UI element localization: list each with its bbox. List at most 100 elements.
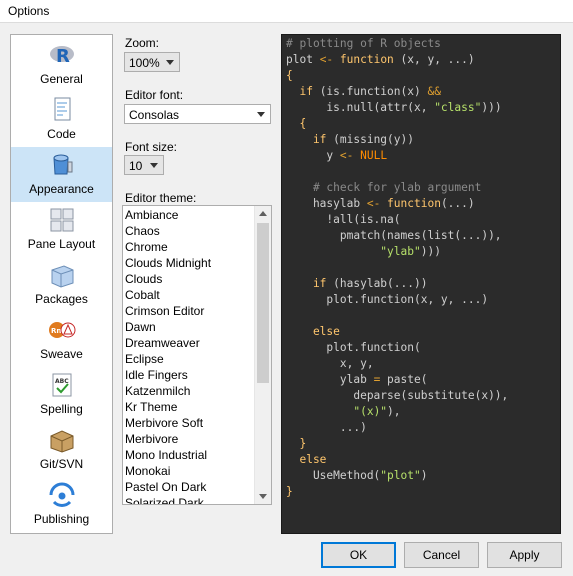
code-line: } (286, 436, 306, 452)
code-line: { (286, 116, 306, 132)
code-line: plot.function(x, y, ...) (286, 292, 488, 308)
theme-list-scrollbar[interactable] (254, 206, 271, 504)
code-line: # plotting of R objects (286, 36, 441, 52)
code-token: plot.function(x, y, ...) (286, 293, 489, 306)
options-sidebar: R General Code Appearance Pane Layout Pa… (10, 34, 113, 534)
code-token: x, y, (286, 357, 374, 370)
sidebar-item-code[interactable]: Code (11, 92, 112, 147)
scroll-up-icon[interactable] (259, 211, 267, 216)
title-bar: Options (0, 0, 573, 23)
list-item[interactable]: Cobalt (125, 287, 211, 303)
code-token: else (286, 325, 340, 338)
code-token: function (380, 197, 441, 210)
list-item[interactable]: Monokai (125, 463, 211, 479)
list-item[interactable]: Chrome (125, 239, 211, 255)
scrollbar-thumb[interactable] (257, 223, 269, 383)
code-line: x, y, (286, 356, 374, 372)
list-item[interactable]: Crimson Editor (125, 303, 211, 319)
list-item[interactable]: Clouds (125, 271, 211, 287)
code-token: # plotting of R objects (286, 37, 441, 50)
sidebar-item-packages[interactable]: Packages (11, 257, 112, 312)
code-token: ) (420, 469, 428, 482)
sidebar-item-publishing[interactable]: Publishing (11, 477, 112, 532)
code-token: <- (339, 149, 354, 162)
chevron-down-icon (257, 112, 265, 117)
sidebar-item-general[interactable]: R General (11, 37, 112, 92)
font-size-value: 10 (129, 159, 143, 173)
editor-font-select[interactable]: Consolas (124, 104, 271, 124)
list-item[interactable]: Merbivore Soft (125, 415, 211, 431)
code-line: deparse(substitute(x)), (286, 388, 508, 404)
code-token: ...) (286, 421, 367, 434)
code-token: if (286, 133, 327, 146)
zoom-select[interactable]: 100% (124, 52, 180, 72)
code-line: UseMethod("plot") (286, 468, 428, 484)
font-size-select[interactable]: 10 (124, 155, 164, 175)
code-token: "ylab" (380, 245, 421, 258)
editor-font-label: Editor font: (125, 88, 184, 102)
list-item[interactable]: Eclipse (125, 351, 211, 367)
list-item[interactable]: Kr Theme (125, 399, 211, 415)
list-item[interactable]: Solarized Dark (125, 495, 211, 504)
code-token: } (286, 485, 293, 498)
editor-theme-list[interactable]: Ambiance Chaos Chrome Clouds Midnight Cl… (122, 205, 272, 505)
code-token: <- (366, 197, 381, 210)
scroll-down-icon[interactable] (259, 494, 267, 499)
code-line: hasylab <- function(...) (286, 196, 475, 212)
list-item[interactable]: Pastel On Dark (125, 479, 211, 495)
list-item[interactable]: Katzenmilch (125, 383, 211, 399)
list-item[interactable]: Mono Industrial (125, 447, 211, 463)
code-token: "plot" (380, 469, 421, 482)
list-item[interactable]: Chaos (125, 223, 211, 239)
code-line: plot.function( (286, 340, 421, 356)
sidebar-item-label: General (40, 72, 83, 86)
code-line: is.null(attr(x, "class"))) (286, 100, 502, 116)
code-line: ylab = paste( (286, 372, 428, 388)
cancel-button[interactable]: Cancel (404, 542, 479, 568)
zoom-value: 100% (129, 56, 160, 70)
editor-theme-preview: # plotting of R objects plot <- function … (281, 34, 561, 534)
code-token: !all(is.na( (286, 213, 401, 226)
code-token: # check for ylab argument (286, 181, 482, 194)
list-item[interactable]: Dreamweaver (125, 335, 211, 351)
theme-items: Ambiance Chaos Chrome Clouds Midnight Cl… (125, 207, 211, 504)
code-token: NULL (353, 149, 388, 162)
chevron-down-icon (150, 163, 158, 168)
editor-font-value: Consolas (129, 108, 180, 122)
code-line: pmatch(names(list(...)), (286, 228, 502, 244)
sidebar-item-spelling[interactable]: ABC Spelling (11, 367, 112, 422)
code-token: && (427, 85, 441, 98)
sidebar-item-appearance[interactable]: Appearance (11, 147, 112, 202)
ok-button[interactable]: OK (321, 542, 396, 568)
r-logo-icon: R (49, 46, 74, 67)
sidebar-item-label: Pane Layout (27, 237, 96, 251)
code-line: { (286, 68, 293, 84)
code-token: function (333, 53, 394, 66)
list-item[interactable]: Merbivore (125, 431, 211, 447)
code-token: ))) (481, 101, 502, 114)
sidebar-item-sweave[interactable]: Rnw Sweave (11, 312, 112, 367)
code-token: ), (387, 405, 401, 418)
sidebar-item-pane-layout[interactable]: Pane Layout (11, 202, 112, 257)
apply-button[interactable]: Apply (487, 542, 562, 568)
code-line: else (286, 452, 326, 468)
code-token: plot (286, 53, 320, 66)
code-token: paste( (380, 373, 428, 386)
packages-icon (51, 265, 73, 288)
code-line: !all(is.na( (286, 212, 401, 228)
code-token: if (286, 85, 313, 98)
code-document-icon (54, 97, 70, 121)
code-line: y <- NULL (286, 148, 387, 164)
list-item[interactable]: Idle Fingers (125, 367, 211, 383)
list-item[interactable]: Clouds Midnight (125, 255, 211, 271)
code-token: deparse(substitute(x)), (286, 389, 509, 402)
code-token: } (286, 437, 307, 450)
sidebar-item-git-svn[interactable]: Git/SVN (11, 422, 112, 477)
code-line: ...) (286, 420, 367, 436)
code-token: plot.function( (286, 341, 421, 354)
spelling-icon: ABC (52, 373, 71, 397)
code-token: (...) (440, 197, 475, 210)
list-item[interactable]: Dawn (125, 319, 211, 335)
list-item[interactable]: Ambiance (125, 207, 211, 223)
